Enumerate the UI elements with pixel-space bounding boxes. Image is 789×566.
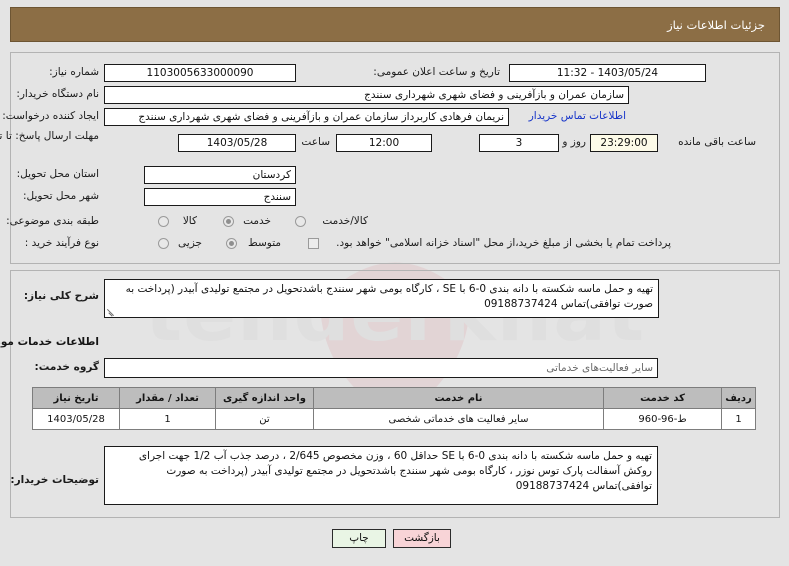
services-table-wrap: ردیف کد خدمت نام خدمت واحد اندازه گیری ت…: [32, 387, 756, 430]
city-label: شهر محل تحویل:: [23, 190, 99, 202]
process-type-label: نوع فرآیند خرید :: [24, 237, 99, 249]
need-number-value: 1103005633000090: [104, 64, 296, 82]
services-section-heading: اطلاعات خدمات مورد نیاز: [0, 336, 99, 348]
bottom-strip: [0, 556, 789, 566]
cell-row-no: 1: [721, 408, 756, 430]
treasury-bonds-label: پرداخت تمام یا بخشی از مبلغ خرید،از محل …: [336, 237, 671, 249]
cell-service-name: سایر فعالیت های خدماتی شخصی: [313, 408, 604, 430]
announce-datetime-value: 1403/05/24 - 11:32: [509, 64, 706, 82]
requester-value: نریمان فرهادی کاربرداز سازمان عمران و با…: [104, 108, 509, 126]
category-radio-khedmat[interactable]: [223, 216, 234, 227]
buyer-contact-link[interactable]: اطلاعات تماس خریدار: [529, 110, 626, 122]
cell-need-date: 1403/05/28: [32, 408, 120, 430]
category-radio-kala-khedmat[interactable]: [295, 216, 306, 227]
page-title: جزئیات اطلاعات نیاز: [667, 17, 765, 32]
category-label: طبقه بندی موضوعی:: [6, 215, 99, 227]
need-number-label: شماره نیاز:: [49, 66, 99, 78]
services-table: ردیف کد خدمت نام خدمت واحد اندازه گیری ت…: [32, 387, 756, 430]
resize-grip-icon[interactable]: [106, 307, 115, 316]
remaining-time-label: ساعت باقی مانده: [678, 136, 756, 148]
deadline-hour-label: ساعت: [301, 136, 330, 148]
deadline-date-value: 1403/05/28: [178, 134, 296, 152]
col-quantity: تعداد / مقدار: [119, 387, 216, 409]
summary-text: تهیه و حمل ماسه شکسته با دانه بندی 0-6 ب…: [125, 283, 653, 310]
service-group-label: گروه خدمت:: [34, 361, 99, 373]
col-service-code: کد خدمت: [603, 387, 722, 409]
table-row: 1 ط-96-960 سایر فعالیت های خدماتی شخصی ت…: [32, 408, 756, 430]
process-option-jozii-label: جزیی: [178, 237, 202, 249]
buyer-org-label: نام دستگاه خریدار:: [16, 88, 99, 100]
print-button[interactable]: چاپ: [332, 529, 386, 548]
col-need-date: تاریخ نیاز: [32, 387, 120, 409]
remaining-time-value: 23:29:00: [590, 134, 658, 152]
buyer-notes-textarea[interactable]: تهیه و حمل ماسه شکسته با دانه بندی 0-6 ب…: [104, 446, 658, 505]
page-title-bar: جزئیات اطلاعات نیاز: [10, 7, 780, 42]
col-service-name: نام خدمت: [313, 387, 604, 409]
need-info-panel: [10, 52, 780, 264]
category-option-khedmat-label: خدمت: [243, 215, 271, 227]
col-unit: واحد اندازه گیری: [215, 387, 314, 409]
cell-quantity: 1: [119, 408, 216, 430]
summary-label: شرح کلی نیاز:: [23, 290, 99, 302]
page-root: tenderkhat جزئیات اطلاعات نیاز شماره نیا…: [0, 0, 789, 566]
city-value: سنندج: [144, 188, 296, 206]
remaining-days-label: روز و: [562, 136, 586, 148]
requester-label: ایجاد کننده درخواست:: [2, 110, 99, 122]
deadline-time-value: 12:00: [336, 134, 432, 152]
category-option-kala-label: کالا: [182, 215, 197, 227]
category-radio-kala[interactable]: [158, 216, 169, 227]
process-radio-motevasset[interactable]: [226, 238, 237, 249]
announce-datetime-label: تاریخ و ساعت اعلان عمومی:: [373, 66, 500, 78]
process-radio-jozii[interactable]: [158, 238, 169, 249]
category-option-kala-khedmat-label: کالا/خدمت: [322, 215, 368, 227]
deadline-label: مهلت ارسال پاسخ: تا تاریخ:: [0, 130, 99, 142]
process-option-motevasset-label: متوسط: [248, 237, 281, 249]
back-button[interactable]: بازگشت: [393, 529, 451, 548]
service-group-value: سایر فعالیت‌های خدماتی: [104, 358, 658, 378]
buyer-org-value: سازمان عمران و بازآفرینی و فضای شهری شهر…: [104, 86, 629, 104]
cell-service-code: ط-96-960: [603, 408, 722, 430]
table-header-row: ردیف کد خدمت نام خدمت واحد اندازه گیری ت…: [32, 387, 756, 409]
remaining-days-value: 3: [479, 134, 559, 152]
province-value: کردستان: [144, 166, 296, 184]
col-row-no: ردیف: [721, 387, 756, 409]
cell-unit: تن: [215, 408, 314, 430]
province-label: استان محل تحویل:: [16, 168, 99, 180]
buyer-notes-label: توضیحات خریدار:: [10, 474, 99, 486]
treasury-bonds-checkbox[interactable]: [308, 238, 319, 249]
summary-textarea[interactable]: تهیه و حمل ماسه شکسته با دانه بندی 0-6 ب…: [104, 279, 659, 318]
buyer-notes-text: تهیه و حمل ماسه شکسته با دانه بندی 0-6 ب…: [138, 450, 652, 492]
